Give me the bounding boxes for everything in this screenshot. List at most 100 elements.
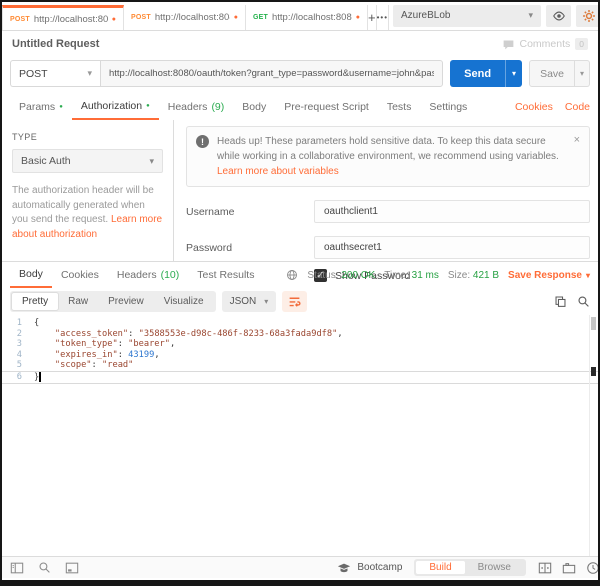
response-body-editor[interactable]: 1{2 "access_token": "3588553e-d98c-486f-…: [2, 315, 598, 556]
tab-params[interactable]: Params●: [10, 94, 72, 120]
line-number: 6: [2, 372, 34, 383]
environment-selector[interactable]: AzureBLob ▾: [393, 5, 541, 27]
method-selector[interactable]: POST ▾: [10, 60, 100, 87]
two-pane-icon[interactable]: [538, 561, 552, 575]
comments-label: Comments: [520, 38, 571, 50]
globe-icon: [286, 269, 298, 281]
comment-bubble-icon: [502, 38, 515, 51]
view-raw[interactable]: Raw: [58, 293, 98, 310]
environment-settings-button[interactable]: [576, 5, 600, 27]
tab-method-badge: POST: [10, 16, 30, 23]
chevron-down-icon: ▾: [264, 297, 268, 306]
send-button[interactable]: Send: [450, 60, 505, 87]
chevron-down-icon: ▾: [87, 68, 92, 79]
request-tabs: Params● Authorization ● Headers(9) Body P…: [2, 94, 598, 120]
status-bar: Bootcamp Build Browse: [2, 556, 598, 578]
line-content: "access_token": "3588553e-d98c-486f-8233…: [34, 329, 343, 340]
format-selector[interactable]: JSON ▾: [222, 291, 277, 312]
save-button[interactable]: Save: [529, 60, 575, 87]
learn-more-variables-link[interactable]: Learn more about variables: [217, 166, 339, 177]
code-line: 2 "access_token": "3588553e-d98c-486f-82…: [2, 329, 598, 340]
comments-button[interactable]: Comments 0: [502, 38, 589, 51]
auth-type-selector[interactable]: Basic Auth ▾: [12, 149, 163, 173]
line-content: "token_type": "bearer",: [34, 339, 175, 350]
password-field[interactable]: [314, 236, 590, 259]
banner-message: Heads up! These parameters hold sensitiv…: [217, 136, 559, 162]
code-line: 3 "token_type": "bearer",: [2, 339, 598, 350]
line-number: 4: [2, 350, 34, 361]
authorization-panel: TYPE Basic Auth ▾ The authorization head…: [2, 120, 598, 262]
bootcamp-button[interactable]: Bootcamp: [337, 561, 402, 575]
tab-method-badge: GET: [253, 14, 268, 21]
unsaved-dot-icon: ●: [234, 14, 238, 21]
search-icon[interactable]: [38, 561, 51, 574]
sidebar-toggle-icon[interactable]: [10, 561, 24, 575]
editor-scrollbar[interactable]: [589, 315, 597, 556]
code-line: 6}: [2, 371, 598, 384]
wrap-lines-button[interactable]: [282, 291, 307, 312]
username-field[interactable]: [314, 200, 590, 223]
tab-settings[interactable]: Settings: [420, 94, 476, 120]
response-meta: Status: 200 OK Time: 31 ms Size: 421 B S…: [286, 262, 590, 288]
text-cursor: [39, 372, 41, 382]
comments-count-badge: 0: [575, 38, 588, 50]
view-visualize[interactable]: Visualize: [154, 293, 214, 310]
send-group: Send ▾: [450, 60, 522, 87]
response-tab-cookies[interactable]: Cookies: [52, 262, 108, 288]
response-tab-test-results[interactable]: Test Results: [188, 262, 263, 288]
size-label: Size:: [448, 270, 470, 281]
console-tray-icon[interactable]: [562, 561, 576, 575]
window-bottom-edge: [2, 580, 598, 584]
tab-pre-request-script[interactable]: Pre-request Script: [275, 94, 378, 120]
help-clock-icon[interactable]: [586, 561, 600, 575]
save-options-caret[interactable]: ▾: [575, 60, 590, 87]
environment-quick-look-button[interactable]: [546, 5, 571, 27]
tab-options-button[interactable]: •••: [377, 5, 389, 30]
request-tab-3[interactable]: GET http://localhost:8080/hello ●: [246, 5, 368, 30]
cursor-overview-mark: [591, 367, 596, 376]
tab-label: Cookies: [61, 269, 99, 281]
tab-url: http://localhost:8080/user: [155, 12, 230, 23]
build-segment[interactable]: Build: [416, 561, 464, 574]
tab-tests[interactable]: Tests: [378, 94, 421, 120]
unsaved-dot-icon: ●: [112, 16, 116, 23]
response-header: Body Cookies Headers(10) Test Results St…: [2, 262, 598, 288]
chevron-down-icon: ▾: [586, 271, 590, 280]
tab-body[interactable]: Body: [233, 94, 275, 120]
console-icon[interactable]: [65, 561, 79, 575]
password-label: Password: [186, 242, 314, 254]
view-preview[interactable]: Preview: [98, 293, 154, 310]
send-options-caret[interactable]: ▾: [505, 60, 522, 87]
response-tab-headers[interactable]: Headers(10): [108, 262, 188, 288]
new-tab-button[interactable]: +: [368, 5, 377, 30]
view-pretty[interactable]: Pretty: [12, 293, 58, 310]
gear-icon: [582, 9, 596, 23]
close-icon[interactable]: ×: [574, 134, 580, 146]
status-label: Status:: [307, 270, 338, 281]
unsaved-dot-icon: ●: [356, 14, 360, 21]
tab-authorization[interactable]: Authorization ●: [72, 94, 159, 120]
type-label: TYPE: [12, 132, 163, 142]
response-tab-body[interactable]: Body: [10, 262, 52, 288]
code-line: 5 "scope": "read": [2, 360, 598, 371]
search-icon[interactable]: [577, 295, 590, 308]
tab-label: Pre-request Script: [284, 101, 369, 113]
request-tab-2[interactable]: POST http://localhost:8080/user ●: [124, 5, 246, 30]
tab-headers[interactable]: Headers(9): [159, 94, 234, 120]
tab-label: Headers: [168, 101, 208, 113]
copy-icon[interactable]: [554, 295, 567, 308]
request-tab-1[interactable]: POST http://localhost:8080/oa... ●: [2, 5, 124, 30]
green-dot-icon: ●: [146, 103, 150, 109]
scrollbar-thumb[interactable]: [591, 317, 596, 330]
tab-label: Authorization: [81, 100, 142, 112]
tab-label: Body: [242, 101, 266, 113]
browse-segment[interactable]: Browse: [465, 561, 524, 574]
line-content: "scope": "read": [34, 360, 133, 371]
cookies-link[interactable]: Cookies: [515, 101, 553, 113]
save-response-button[interactable]: Save Response ▾: [508, 270, 590, 281]
line-content: {: [34, 318, 39, 329]
save-response-label: Save Response: [508, 270, 582, 281]
green-dot-icon: ●: [59, 104, 63, 110]
code-link[interactable]: Code: [565, 101, 590, 113]
url-input[interactable]: [100, 60, 443, 87]
